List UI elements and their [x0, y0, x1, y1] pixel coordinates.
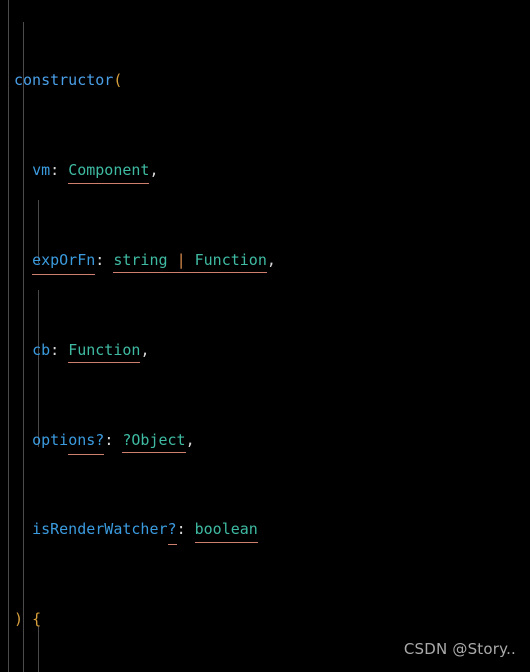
token-param-vm: vm: [32, 161, 51, 180]
code-line-7: ) {: [0, 608, 529, 630]
token-type-component: Component: [68, 159, 150, 185]
token-type-union: string | Function: [113, 249, 267, 274]
code-line-1: constructor(: [0, 69, 529, 91]
token-type-function: Function: [194, 250, 267, 269]
code-line-3: expOrFn: string | Function,: [0, 249, 529, 276]
token-paren-open: (: [113, 71, 123, 90]
token-constructor: constructor: [14, 71, 114, 90]
token-error-mark: ons?: [68, 429, 105, 456]
token-type-string: string: [113, 250, 168, 269]
token-param-isRenderWatcher: isRenderWatcher?: [32, 518, 177, 546]
token-type-function: Function: [68, 339, 141, 364]
token-union-pipe: |: [176, 250, 186, 269]
token-paren-close: ): [14, 610, 24, 629]
token-colon: :: [95, 250, 114, 269]
token-brace-open: {: [32, 610, 42, 629]
token-comma: ,: [266, 250, 276, 269]
watermark: CSDN @Story..: [403, 639, 516, 658]
token-colon: :: [50, 340, 69, 359]
token-error-mark: ?: [167, 518, 177, 546]
token-comma: ,: [185, 430, 195, 449]
code-line-2: vm: Component,: [0, 159, 529, 185]
token-param-cb: cb: [32, 340, 51, 359]
token-param-options: options?: [32, 429, 105, 456]
token-type-object: ?Object: [122, 429, 186, 454]
code-line-6: isRenderWatcher?: boolean: [0, 518, 529, 546]
code-line-4: cb: Function,: [0, 339, 529, 364]
code-line-5: options?: ?Object,: [0, 429, 529, 456]
token-comma: ,: [140, 340, 150, 359]
token-type-boolean: boolean: [194, 518, 259, 544]
token-comma: ,: [149, 161, 159, 180]
token-colon: :: [176, 520, 195, 539]
token-colon: :: [50, 161, 69, 180]
token-param-expOrFn: expOrFn: [32, 249, 96, 276]
code-editor[interactable]: constructor( vm: Component, expOrFn: str…: [0, 0, 530, 672]
code-content[interactable]: constructor( vm: Component, expOrFn: str…: [0, 0, 529, 672]
token-colon: :: [104, 430, 123, 449]
